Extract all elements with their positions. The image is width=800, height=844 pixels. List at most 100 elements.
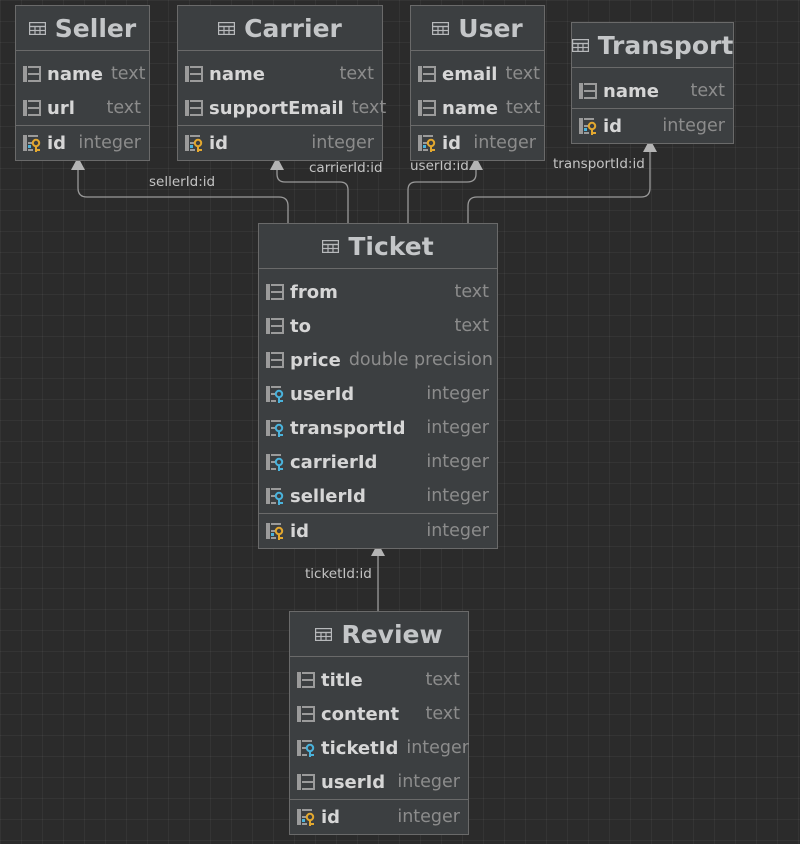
table-header[interactable]: Carrier (178, 6, 382, 51)
column-name: name (603, 80, 659, 102)
column-icon (297, 672, 315, 688)
table-icon (28, 21, 46, 35)
column-name: id (290, 520, 310, 542)
primary-key-section: id integer (411, 125, 544, 160)
column-type: text (454, 316, 489, 336)
column-row-id[interactable]: id integer (178, 126, 382, 160)
column-row-id[interactable]: id integer (16, 126, 149, 160)
relation-label-carrier: carrierId:id (309, 160, 383, 176)
foreign-key-icon (266, 386, 284, 403)
column-row-name[interactable]: name text (16, 57, 149, 91)
column-row-transport-id[interactable]: transportId integer (259, 411, 497, 445)
primary-key-icon (297, 809, 315, 826)
table-ticket[interactable]: Ticket from text to text price double precisio… (258, 223, 498, 549)
column-type: integer (426, 486, 489, 506)
column-row-from[interactable]: from text (259, 275, 497, 309)
column-icon (266, 284, 284, 300)
column-name: id (209, 132, 229, 154)
table-header[interactable]: Transport (571, 23, 734, 68)
table-icon (218, 21, 236, 35)
column-name: id (603, 115, 623, 137)
table-title: Ticket (348, 231, 434, 261)
foreign-key-icon (297, 740, 315, 757)
table-carrier[interactable]: Carrier name text supportEmail text id integer (177, 5, 386, 161)
column-name: content (321, 703, 400, 725)
column-row-ticket-id[interactable]: ticketId integer (290, 731, 469, 765)
column-row-support-email[interactable]: supportEmail text (178, 91, 386, 125)
column-type: integer (397, 772, 460, 792)
column-type: integer (78, 133, 141, 153)
table-user[interactable]: User email text name text id integer (410, 5, 545, 161)
table-icon (322, 239, 340, 253)
foreign-key-icon (266, 488, 284, 505)
column-icon (185, 66, 203, 82)
column-icon (579, 83, 597, 99)
column-row-name[interactable]: name text (178, 57, 382, 91)
relation-label-seller: sellerId:id (149, 174, 216, 190)
column-type: text (425, 670, 460, 690)
relation-label-transport: transportId:id (553, 156, 645, 172)
column-type: integer (406, 738, 469, 758)
column-row-id[interactable]: id integer (290, 800, 468, 834)
column-row-url[interactable]: url text (16, 91, 149, 125)
column-name: email (442, 63, 498, 85)
column-name: title (321, 669, 363, 691)
column-name: price (290, 349, 341, 371)
column-name: sellerId (290, 485, 366, 507)
column-row-price[interactable]: price double precision (259, 343, 497, 377)
table-transport[interactable]: Transport name text id integer (571, 22, 734, 144)
table-header[interactable]: User (411, 6, 544, 51)
column-row-user-id[interactable]: userId integer (259, 377, 497, 411)
primary-key-section: id integer (290, 799, 468, 834)
table-title: Transport (597, 30, 734, 60)
column-type: text (505, 98, 541, 118)
table-title: User (458, 13, 523, 43)
column-row-to[interactable]: to text (259, 309, 497, 343)
column-type: text (106, 98, 141, 118)
table-icon (315, 627, 333, 641)
column-row-content[interactable]: content text (290, 697, 468, 731)
column-type: text (690, 81, 725, 101)
foreign-key-icon (266, 420, 284, 437)
column-row-title[interactable]: title text (290, 663, 468, 697)
primary-key-section: id integer (259, 513, 497, 548)
column-type: integer (397, 807, 460, 827)
column-row-carrier-id[interactable]: carrierId integer (259, 445, 497, 479)
column-type: text (505, 64, 540, 84)
column-row-name[interactable]: name text (572, 74, 733, 108)
column-row-user-id[interactable]: userId integer (290, 765, 468, 799)
column-row-id[interactable]: id integer (259, 514, 497, 548)
column-name: carrierId (290, 451, 378, 473)
table-header[interactable]: Seller (16, 6, 149, 51)
column-name: id (442, 132, 462, 154)
primary-key-icon (185, 135, 203, 152)
column-type: text (351, 98, 387, 118)
table-title: Review (341, 619, 443, 649)
table-review[interactable]: Review title text content text ticketId intege… (289, 611, 469, 835)
column-type: integer (662, 116, 725, 136)
table-header[interactable]: Review (290, 612, 468, 657)
foreign-key-icon (266, 454, 284, 471)
primary-key-section: id integer (16, 125, 149, 160)
table-header[interactable]: Ticket (259, 224, 497, 269)
column-name: from (290, 281, 338, 303)
table-title: Carrier (244, 13, 342, 43)
column-type: text (454, 282, 489, 302)
column-row-id[interactable]: id integer (572, 109, 733, 143)
column-row-name[interactable]: name text (411, 91, 544, 125)
table-title: Seller (54, 13, 137, 43)
column-name: userId (321, 771, 386, 793)
column-row-seller-id[interactable]: sellerId integer (259, 479, 497, 513)
column-row-email[interactable]: email text (411, 57, 544, 91)
table-seller[interactable]: Seller name text url text id integer (15, 5, 150, 161)
column-name: transportId (290, 417, 406, 439)
column-icon (297, 774, 315, 790)
column-icon (185, 100, 203, 116)
column-name: name (442, 97, 498, 119)
column-type: integer (311, 133, 374, 153)
column-name: userId (290, 383, 355, 405)
column-row-id[interactable]: id integer (411, 126, 544, 160)
relation-label-user: userId:id (410, 158, 469, 174)
column-type: integer (426, 521, 489, 541)
column-icon (418, 66, 436, 82)
